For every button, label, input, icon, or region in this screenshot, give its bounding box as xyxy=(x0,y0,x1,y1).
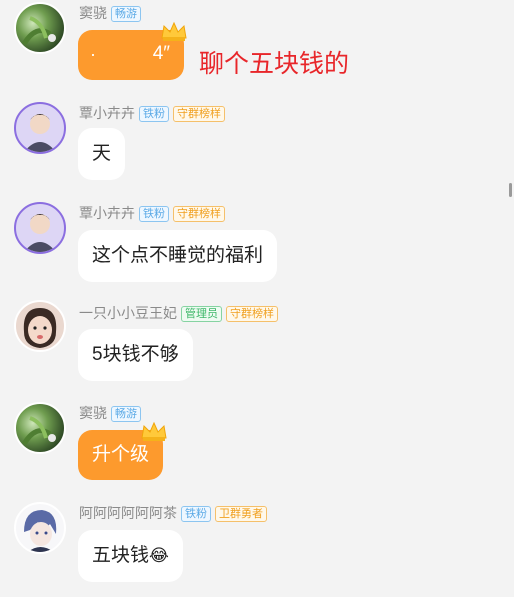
sender-name: 一只小小豆王妃 管理员 守群榜样 xyxy=(79,303,278,323)
avatar[interactable] xyxy=(14,300,66,352)
fan-badge: 铁粉 xyxy=(181,506,211,522)
plant-photo-icon xyxy=(21,416,56,446)
scrollbar[interactable] xyxy=(509,183,512,197)
avatar[interactable] xyxy=(14,102,66,154)
honor-badge: 守群榜样 xyxy=(226,306,278,322)
avatar[interactable] xyxy=(14,502,66,554)
sender-name: 覃小卉卉 铁粉 守群榜样 xyxy=(79,103,225,123)
fan-badge: 铁粉 xyxy=(139,206,169,222)
sender-name: 窦骁 畅游 xyxy=(79,403,141,423)
text-message-bubble[interactable]: 5块钱不够 xyxy=(78,329,193,381)
avatar[interactable] xyxy=(14,402,66,454)
fan-badge: 铁粉 xyxy=(139,106,169,122)
honor-badge: 守群榜样 xyxy=(173,206,225,222)
sender-name: 窦骁 畅游 xyxy=(79,3,141,23)
annotation-text: 聊个五块钱的 xyxy=(199,50,350,78)
plant-photo-icon xyxy=(21,16,56,46)
honor-badge: 守群榜样 xyxy=(173,106,225,122)
admin-badge: 管理员 xyxy=(181,306,222,322)
crown-icon xyxy=(161,21,187,41)
role-badge: 畅游 xyxy=(111,6,141,22)
text-message-bubble[interactable]: 天 xyxy=(78,128,126,180)
avatar[interactable] xyxy=(14,202,66,254)
sender-name: 阿阿阿阿阿阿茶 铁粉 卫群勇者 xyxy=(79,503,267,523)
sender-name: 覃小卉卉 铁粉 守群榜样 xyxy=(79,203,225,223)
profile-photo-icon xyxy=(24,214,56,252)
profile-photo-icon xyxy=(23,308,57,348)
laughing-emoji-icon: 😂 xyxy=(149,546,169,565)
anime-avatar-icon xyxy=(24,510,57,552)
honor-badge: 卫群勇者 xyxy=(215,506,267,522)
text-message-bubble[interactable]: 五块钱😂 xyxy=(78,530,183,582)
crown-icon xyxy=(141,421,167,441)
role-badge: 畅游 xyxy=(111,406,141,422)
voice-wave-icon: · xyxy=(90,44,96,64)
avatar[interactable] xyxy=(14,2,66,54)
text-message-bubble[interactable]: 这个点不睡觉的福利 xyxy=(78,230,278,282)
message-text: 五块钱 xyxy=(92,545,150,566)
profile-photo-icon xyxy=(24,114,56,152)
